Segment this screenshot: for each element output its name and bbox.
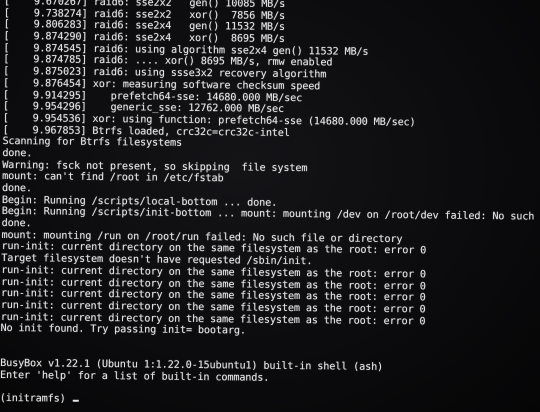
shell-prompt: (initramfs) (0, 393, 72, 406)
text-cursor[interactable] (72, 400, 79, 403)
terminal-screen[interactable]: [ 9.670267] raid6: sse2x2 gen() 10085 MB… (0, 0, 540, 412)
boot-messages: Scanning for Btrfs filesystems done. Warni… (0, 136, 540, 341)
console-output: [ 9.670267] raid6: sse2x2 gen() 10085 MB… (0, 0, 540, 411)
kernel-log: [ 9.670267] raid6: sse2x2 gen() 10085 MB… (3, 0, 540, 142)
